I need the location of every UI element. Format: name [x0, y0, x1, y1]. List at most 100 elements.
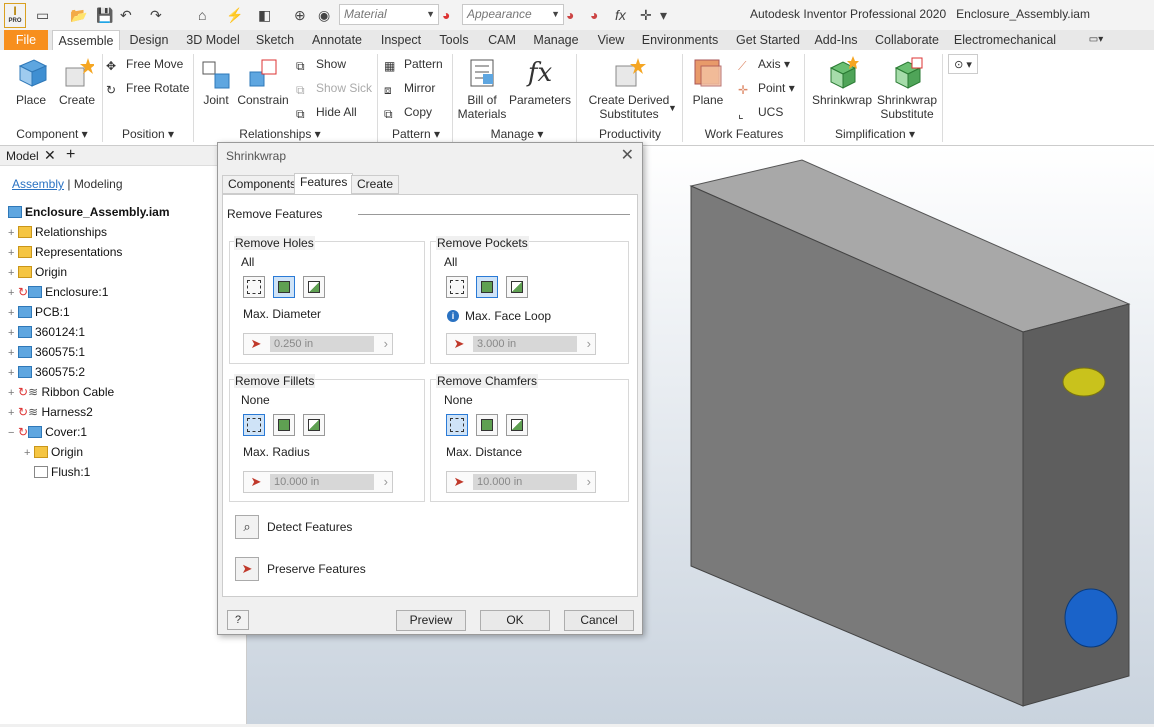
tab-modeling[interactable]: Modeling — [74, 177, 123, 191]
redo-icon[interactable]: ↷ — [150, 6, 162, 24]
clear-appearance-icon[interactable]: ◕ — [590, 6, 598, 24]
copy-button[interactable]: ⧉ Copy — [384, 102, 432, 122]
max-diameter-field[interactable]: ➤ 0.250 in › — [243, 333, 393, 355]
chevron-right-icon[interactable]: › — [587, 474, 591, 490]
tree-item[interactable]: + PCB:1 — [8, 302, 70, 322]
tab-add-ins[interactable]: Add-Ins — [810, 30, 862, 50]
chamfers-range-button[interactable] — [506, 414, 528, 436]
axis-button[interactable]: ⟋ Axis ▾ — [738, 54, 790, 74]
plane-button[interactable]: Plane — [688, 56, 728, 107]
tab-view[interactable]: View — [592, 30, 630, 50]
tab-get-started[interactable]: Get Started — [732, 30, 804, 50]
tab-annotate[interactable]: Annotate — [308, 30, 366, 50]
tab-create[interactable]: Create — [351, 175, 400, 194]
customize-icon[interactable]: ▾ — [660, 6, 667, 24]
tree-item[interactable]: + Relationships — [8, 222, 107, 242]
preview-button[interactable]: Preview — [396, 610, 466, 631]
holes-all-button[interactable] — [273, 276, 295, 298]
tree-item[interactable]: +360575:2 — [8, 362, 85, 382]
ribbon-display-icon[interactable]: ▭▾ — [1082, 30, 1110, 50]
pattern-button[interactable]: ▦ Pattern — [384, 54, 443, 74]
panel-position-label[interactable]: Position ▾ — [104, 126, 192, 142]
panel-manage-label[interactable]: Manage ▾ — [462, 126, 572, 142]
tab-electromechanical[interactable]: Electromechanical — [952, 30, 1058, 50]
tree-root[interactable]: Enclosure_Assembly.iam — [8, 202, 170, 222]
shrinkwrap-substitute-button[interactable]: Shrinkwrap Substitute — [874, 56, 940, 121]
tab-manage[interactable]: Manage — [530, 30, 582, 50]
select-arrow-icon[interactable]: ➤ — [449, 336, 469, 352]
tree-item[interactable]: − ↻ Cover:1 — [8, 422, 87, 442]
tab-3d-model[interactable]: 3D Model — [182, 30, 244, 50]
tab-tools[interactable]: Tools — [434, 30, 474, 50]
place-button[interactable]: Place — [8, 56, 54, 107]
parameters-button[interactable]: fx Parameters — [508, 56, 572, 107]
max-face-loop-field[interactable]: ➤ 3.000 in › — [446, 333, 596, 355]
joint-button[interactable]: Joint — [198, 56, 234, 107]
material-combo[interactable]: Material ▼ — [339, 4, 439, 25]
open-icon[interactable]: 📂 — [70, 6, 87, 24]
show-sick-button[interactable]: ⧉ Show Sick — [296, 78, 372, 98]
color-override-icon[interactable]: ◉ — [318, 6, 330, 24]
free-move-button[interactable]: ✥ Free Move — [106, 54, 183, 74]
chamfers-none-button[interactable] — [446, 414, 468, 436]
update-icon[interactable]: ⚡ — [226, 6, 243, 24]
tab-features[interactable]: Features — [294, 173, 354, 195]
tab-components[interactable]: Components — [222, 175, 303, 194]
tree-item[interactable]: + ↻≋ Ribbon Cable — [8, 382, 114, 402]
ucs-button[interactable]: ⌞ UCS — [738, 102, 783, 122]
dialog-close-icon[interactable]: ✕ — [621, 145, 634, 165]
inventor-logo[interactable]: I PRO — [4, 3, 26, 28]
detect-features-button[interactable]: ⌕ — [235, 515, 259, 539]
chevron-right-icon[interactable]: › — [384, 336, 388, 352]
panel-relationships-label[interactable]: Relationships ▾ — [220, 126, 340, 142]
chamfers-all-button[interactable] — [476, 414, 498, 436]
add-icon[interactable]: ✛ — [640, 6, 652, 24]
tab-sketch[interactable]: Sketch — [252, 30, 298, 50]
fillets-none-button[interactable] — [243, 414, 265, 436]
shrinkwrap-button[interactable]: Shrinkwrap — [810, 56, 874, 107]
new-file-icon[interactable]: ▭ — [36, 6, 49, 24]
tab-design[interactable]: Design — [124, 30, 174, 50]
select-arrow-icon[interactable]: ➤ — [246, 474, 266, 490]
chevron-right-icon[interactable]: › — [587, 336, 591, 352]
pockets-all-button[interactable] — [476, 276, 498, 298]
fillets-all-button[interactable] — [273, 414, 295, 436]
tab-cam[interactable]: CAM — [482, 30, 522, 50]
fx-icon[interactable]: fx — [615, 6, 626, 24]
bill-of-materials-button[interactable]: Bill of Materials — [456, 56, 508, 121]
help-icon[interactable]: ? — [227, 610, 249, 630]
tab-collaborate[interactable]: Collaborate — [872, 30, 942, 50]
max-radius-field[interactable]: ➤ 10.000 in › — [243, 471, 393, 493]
undo-icon[interactable]: ↶ — [120, 6, 132, 24]
tab-environments[interactable]: Environments — [638, 30, 722, 50]
mirror-button[interactable]: ⧈ Mirror — [384, 78, 435, 98]
fillets-range-button[interactable] — [303, 414, 325, 436]
pockets-range-button[interactable] — [506, 276, 528, 298]
tree-item[interactable]: +360124:1 — [8, 322, 85, 342]
cancel-button[interactable]: Cancel — [564, 610, 634, 631]
tree-item[interactable]: + ↻≋ Harness2 — [8, 402, 93, 422]
constrain-button[interactable]: Constrain — [234, 56, 292, 107]
holes-none-button[interactable] — [243, 276, 265, 298]
ok-button[interactable]: OK — [480, 610, 550, 631]
browser-close-icon[interactable]: ✕ — [44, 147, 56, 164]
browser-add-icon[interactable]: + — [66, 146, 75, 164]
tree-item[interactable]: Flush:1 — [24, 462, 90, 482]
pockets-none-button[interactable] — [446, 276, 468, 298]
chevron-right-icon[interactable]: › — [384, 474, 388, 490]
tab-file[interactable]: File — [4, 30, 48, 50]
tab-assembly[interactable]: Assembly — [12, 177, 64, 191]
panel-pattern-label[interactable]: Pattern ▾ — [380, 126, 452, 142]
panel-simplification-label[interactable]: Simplification ▾ — [810, 126, 940, 142]
tab-assemble[interactable]: Assemble — [52, 30, 120, 50]
tree-item[interactable]: +360575:1 — [8, 342, 85, 362]
create-button[interactable]: Create — [54, 56, 100, 107]
tree-item[interactable]: + Representations — [8, 242, 122, 262]
create-derived-substitutes-button[interactable]: Create Derived Substitutes — [582, 56, 676, 121]
tab-inspect[interactable]: Inspect — [376, 30, 426, 50]
panel-component-label[interactable]: Component ▾ — [4, 126, 100, 142]
tree-item[interactable]: + Origin — [24, 442, 83, 462]
point-button[interactable]: ✛ Point ▾ — [738, 78, 795, 98]
productivity-dropdown-icon[interactable]: ▼ — [668, 98, 677, 118]
hide-all-button[interactable]: ⧉ Hide All — [296, 102, 357, 122]
